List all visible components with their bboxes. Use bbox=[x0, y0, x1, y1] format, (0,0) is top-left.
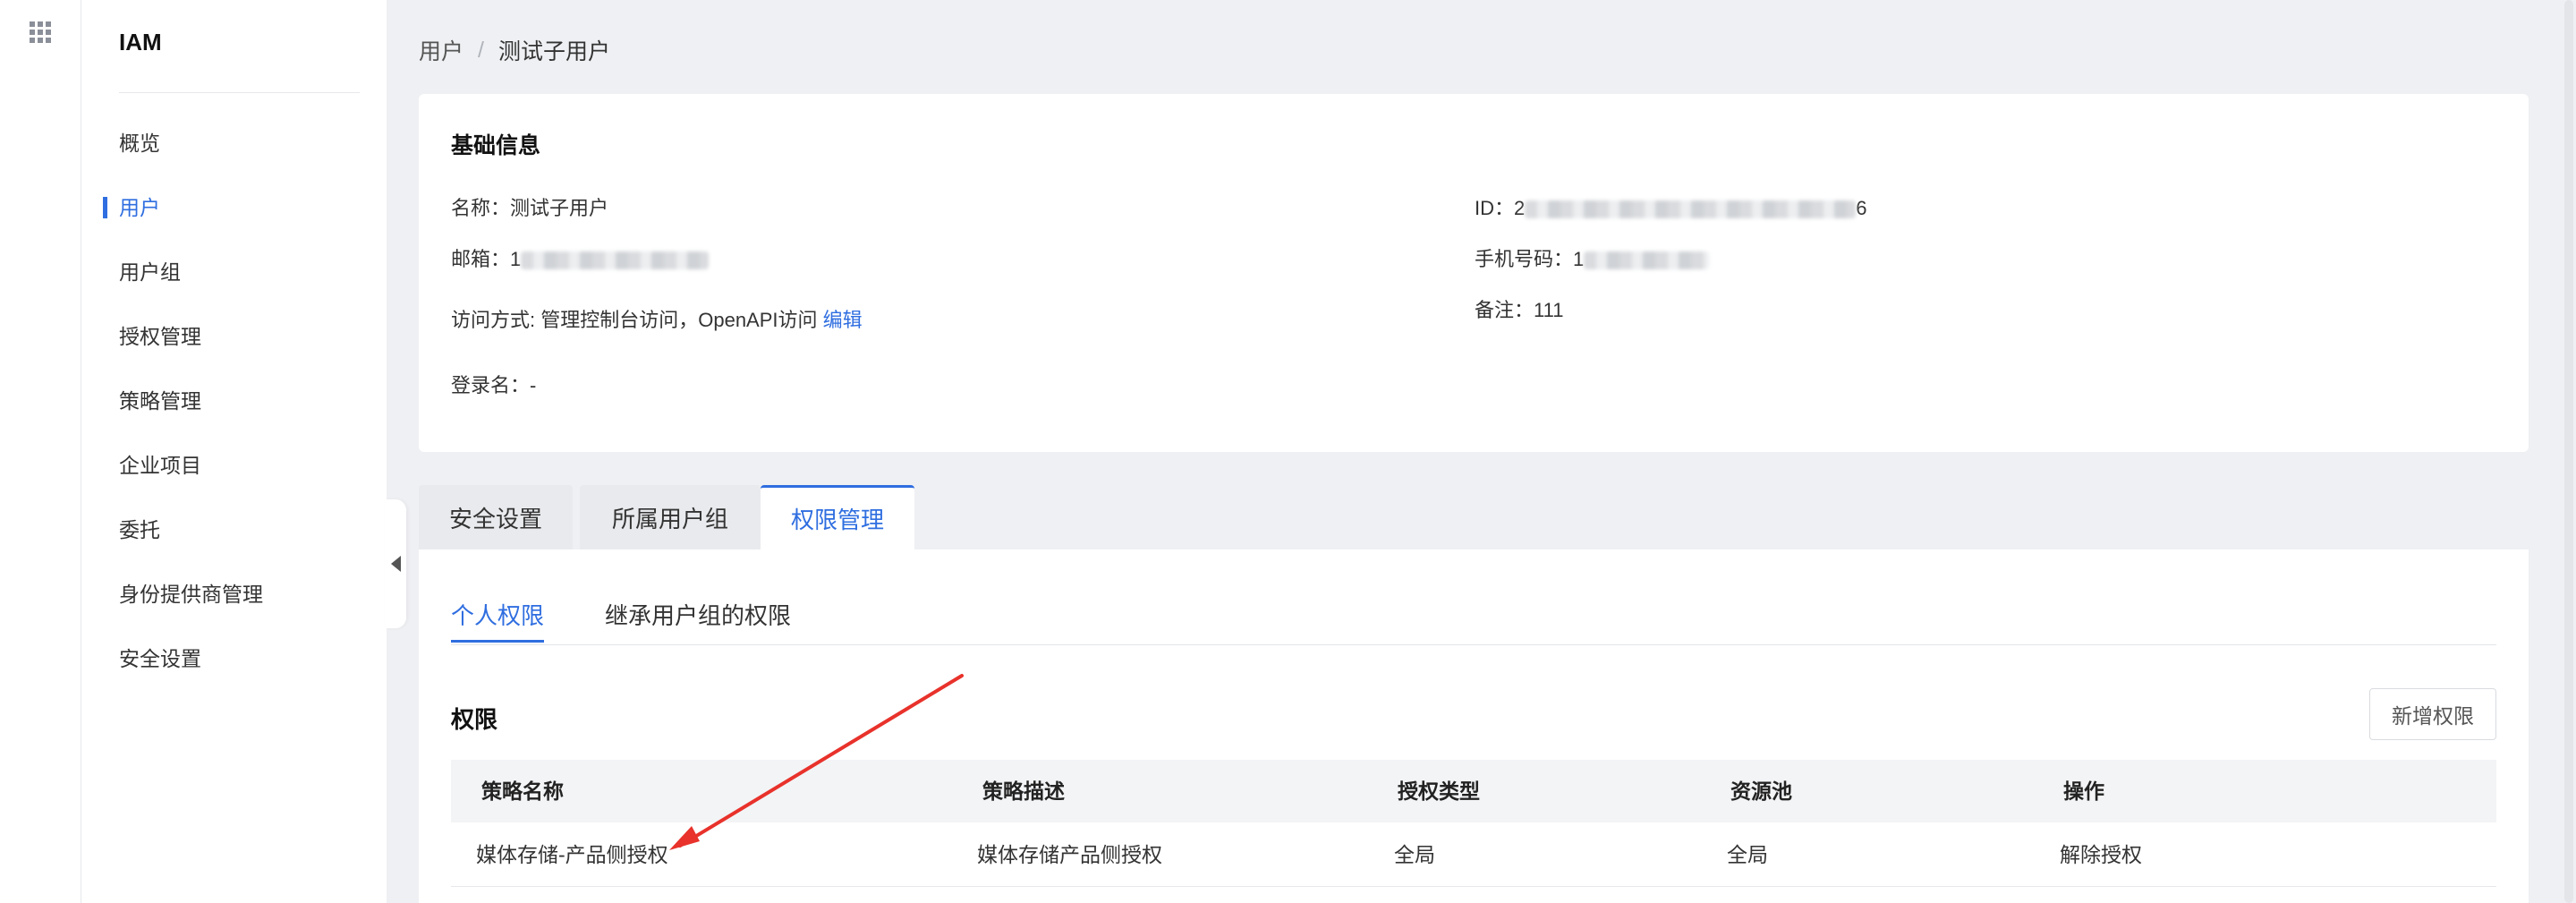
access-label: 访问方式: bbox=[451, 309, 541, 331]
sidebar-item-enterprise-projects[interactable]: 企业项目 bbox=[119, 451, 201, 480]
sidebar-divider bbox=[119, 92, 360, 93]
sidebar-item-security-settings[interactable]: 安全设置 bbox=[119, 644, 201, 673]
cell-grant-type: 全局 bbox=[1394, 843, 1435, 866]
sidebar-collapse-button[interactable] bbox=[385, 499, 406, 628]
basic-info-card: 基础信息 名称：测试子用户 邮箱：1 访问方式: 管理控制台访问，OpenAPI… bbox=[419, 94, 2529, 452]
apps-grid-icon[interactable] bbox=[30, 21, 51, 43]
add-permission-button[interactable]: 新增权限 bbox=[2369, 688, 2496, 740]
permissions-title: 权限 bbox=[451, 706, 498, 733]
scrollbar[interactable] bbox=[2562, 0, 2576, 903]
caret-left-icon bbox=[390, 556, 401, 572]
name-value: 测试子用户 bbox=[510, 197, 609, 219]
sidebar-item-overview[interactable]: 概览 bbox=[119, 129, 160, 158]
column-header-policy-desc: 策略描述 bbox=[982, 779, 1065, 803]
name-label: 名称： bbox=[451, 197, 511, 219]
app-rail bbox=[0, 0, 81, 903]
sidebar-item-users[interactable]: 用户 bbox=[119, 193, 160, 222]
table-header: 策略名称 策略描述 授权类型 资源池 操作 bbox=[451, 760, 2496, 822]
email-field: 邮箱：1 bbox=[451, 243, 710, 272]
revoke-authorization-link[interactable]: 解除授权 bbox=[2060, 822, 2142, 887]
table-row: 媒体存储-产品侧授权 媒体存储产品侧授权 全局 全局 解除授权 bbox=[451, 822, 2496, 887]
note-label: 备注： bbox=[1475, 299, 1535, 321]
id-redacted bbox=[1525, 200, 1857, 219]
permissions-table: 策略名称 策略描述 授权类型 资源池 操作 媒体存储-产品侧授权 媒体存储产品侧… bbox=[451, 760, 2496, 887]
sidebar-item-user-groups[interactable]: 用户组 bbox=[119, 258, 181, 286]
id-label: ID： bbox=[1475, 197, 1515, 219]
login-value: - bbox=[530, 374, 537, 396]
id-value-suffix: 6 bbox=[1856, 197, 1867, 219]
tab-permission-management[interactable]: 权限管理 bbox=[761, 485, 914, 549]
tab-user-groups[interactable]: 所属用户组 bbox=[580, 485, 761, 549]
column-header-actions: 操作 bbox=[2063, 779, 2104, 803]
email-redacted bbox=[521, 251, 710, 270]
sidebar-item-authorization[interactable]: 授权管理 bbox=[119, 322, 201, 351]
brand-title: IAM bbox=[119, 29, 162, 55]
email-value: 1 bbox=[510, 248, 522, 270]
note-field: 备注：111 bbox=[1475, 294, 1563, 323]
phone-redacted bbox=[1584, 251, 1710, 270]
cell-policy-name: 媒体存储-产品侧授权 bbox=[476, 843, 668, 866]
tab-security-settings[interactable]: 安全设置 bbox=[419, 485, 573, 549]
access-value: 管理控制台访问，OpenAPI访问 bbox=[540, 309, 818, 331]
phone-label: 手机号码： bbox=[1475, 248, 1574, 270]
subtab-divider bbox=[451, 644, 2496, 645]
login-field: 登录名：- bbox=[451, 370, 536, 398]
phone-value: 1 bbox=[1573, 248, 1585, 270]
cell-resource-pool: 全局 bbox=[1727, 843, 1768, 866]
permission-panel: 个人权限 继承用户组的权限 权限 新增权限 策略名称 策略描述 授权类型 资源池… bbox=[419, 549, 2529, 903]
subtab-personal-permissions[interactable]: 个人权限 bbox=[451, 598, 545, 643]
scrollbar-thumb[interactable] bbox=[2564, 0, 2573, 903]
note-value: 111 bbox=[1534, 299, 1564, 321]
column-header-resource-pool: 资源池 bbox=[1730, 779, 1792, 803]
breadcrumb-separator: / bbox=[478, 37, 484, 63]
access-field: 访问方式: 管理控制台访问，OpenAPI访问 编辑 bbox=[451, 304, 863, 333]
id-value: 2 bbox=[1514, 197, 1526, 219]
active-nav-marker bbox=[103, 197, 107, 218]
name-field: 名称：测试子用户 bbox=[451, 192, 608, 221]
id-field: ID：2 6 bbox=[1475, 192, 1867, 221]
cell-policy-desc: 媒体存储产品侧授权 bbox=[977, 843, 1162, 866]
login-label: 登录名： bbox=[451, 374, 531, 396]
column-header-policy-name: 策略名称 bbox=[481, 779, 564, 803]
phone-field: 手机号码：1 bbox=[1475, 243, 1710, 272]
sidebar-item-policies[interactable]: 策略管理 bbox=[119, 387, 201, 415]
sidebar: IAM 概览 用户 用户组 授权管理 策略管理 企业项目 委托 身份提供商管理 … bbox=[81, 0, 387, 903]
breadcrumb: 用户 / 测试子用户 bbox=[419, 34, 610, 66]
basic-info-title: 基础信息 bbox=[451, 133, 541, 158]
subtab-inherited-permissions[interactable]: 继承用户组的权限 bbox=[605, 598, 791, 637]
column-header-grant-type: 授权类型 bbox=[1398, 779, 1480, 803]
sidebar-item-identity-providers[interactable]: 身份提供商管理 bbox=[119, 580, 263, 609]
sidebar-item-delegation[interactable]: 委托 bbox=[119, 515, 160, 544]
edit-access-link[interactable]: 编辑 bbox=[823, 309, 863, 331]
email-label: 邮箱： bbox=[451, 248, 511, 270]
breadcrumb-current: 测试子用户 bbox=[497, 39, 610, 64]
breadcrumb-users-link[interactable]: 用户 bbox=[419, 34, 463, 66]
